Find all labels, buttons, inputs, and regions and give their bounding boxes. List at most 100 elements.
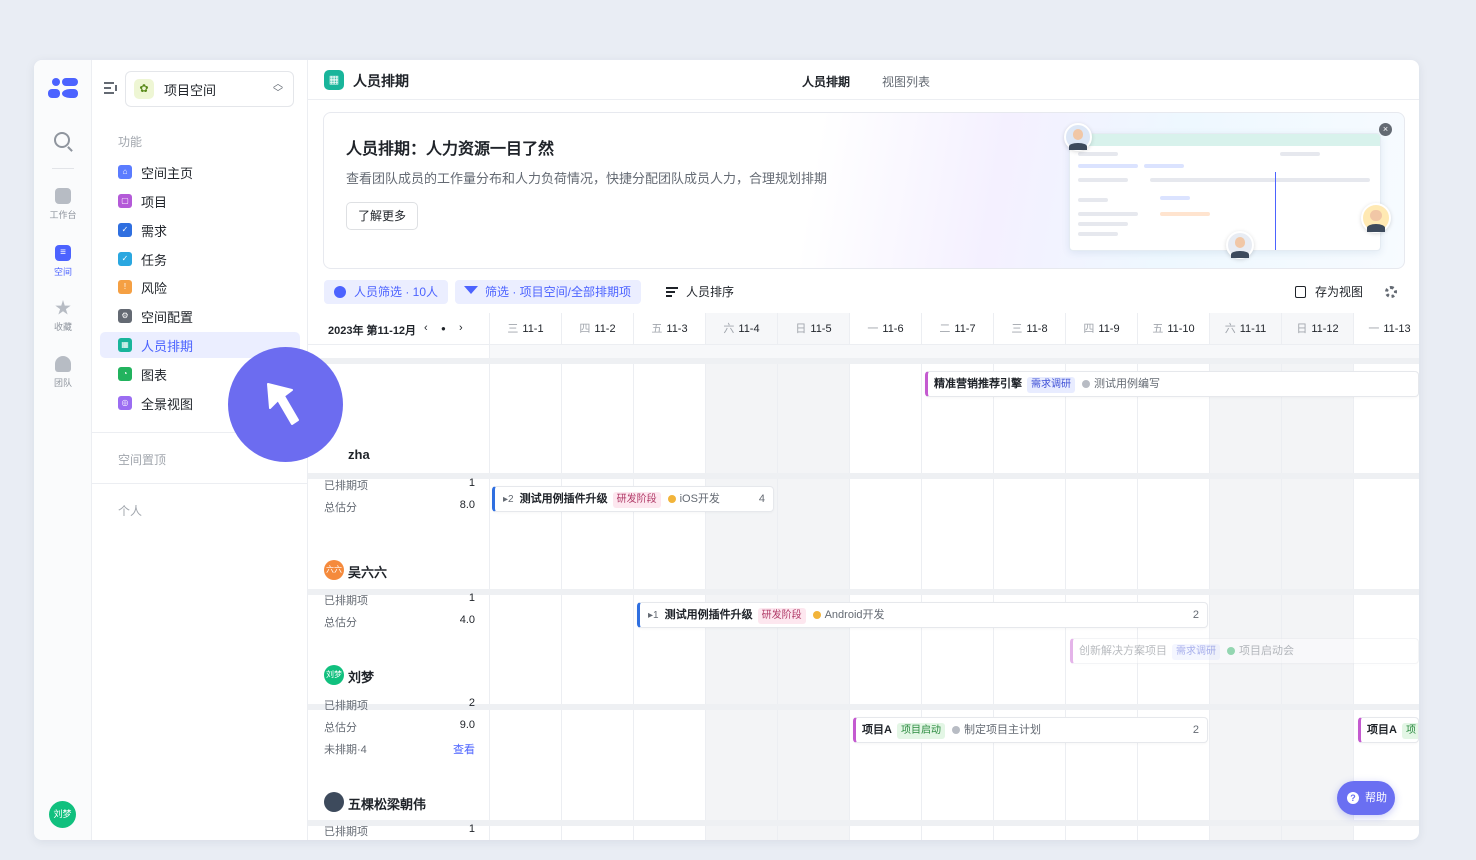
schedule-bar[interactable]: ▸1 测试用例插件升级 研发阶段 Android开发 2 [637,602,1208,628]
schedule-bar[interactable]: 精准营销推荐引擎 需求调研 测试用例编写 [925,371,1419,397]
save-view-button[interactable]: 存为视图 [1315,280,1363,304]
sidebar-item-space-config[interactable]: ⚙ 空间配置 [100,303,300,329]
banner-title: 人员排期：人力资源一目了然 [346,141,555,158]
stat-label: 已排期项 [324,826,368,838]
sidebar-divider [92,483,308,484]
period-header: 2023年 第11-12月 ‹ ● › [308,313,490,345]
status-badge: 项 [1401,723,1418,739]
sidebar-item-requirements[interactable]: ✓ 需求 [100,217,300,243]
person-name[interactable]: 刘梦 [348,667,374,686]
schedule-bar[interactable]: 项目A 项目启动 制定项目主计划 2 [853,717,1208,743]
day-header: 四 11-9 [1066,313,1138,345]
user-avatar[interactable]: 刘梦 [49,801,76,828]
today-button[interactable]: ● [441,324,446,333]
save-icon [1295,286,1306,298]
stat-label: 已排期项 [324,595,368,607]
stat-value: 4.0 [459,614,475,626]
next-period-button[interactable]: › [459,322,463,334]
person-name[interactable]: zha [348,447,370,462]
day-header: 日 11-5 [778,313,850,345]
tab-view-list[interactable]: 视图列表 [882,73,930,90]
stat-label: 已排期项 [324,480,368,492]
help-button[interactable]: ? 帮助 [1337,781,1395,815]
stat-value: 8.0 [459,499,475,511]
space-badge-icon: ✿ [134,79,154,99]
stat-value: 9.0 [459,719,475,731]
schedule-bar[interactable]: 创新解决方案项目 需求调研 项目启动会 [1070,638,1419,664]
requirement-icon: ✓ [118,223,132,237]
day-header: 二 11-7 [922,313,994,345]
sidebar-item-projects[interactable]: ▢ 项目 [100,188,300,214]
sidebar-item-space-home[interactable]: ⌂ 空间主页 [100,159,300,185]
section-personal: 个人 [118,504,143,518]
collapse-sidebar-icon[interactable] [104,82,118,94]
schedule-grid: 三 11-1 四 11-2 五 11-3 六 11-4 日 11-5 一 11-6 二 11-7 三 11-8… [308,313,1419,840]
panorama-icon: ◎ [118,396,132,410]
status-badge: 研发阶段 [612,492,661,508]
sidebar-item-tasks[interactable]: ✓ 任务 [100,246,300,272]
day-header: 六 11-4 [706,313,778,345]
status-dot-icon [951,726,960,734]
rail-item-workbench[interactable]: 工作台 [34,188,92,221]
close-icon[interactable]: × [1379,123,1392,136]
day-header: 五 11-10 [1138,313,1210,345]
stat-label: 总估分 [324,617,357,629]
risk-icon: ! [118,280,132,294]
day-header: 六 11-11 [1210,313,1282,345]
date-label: 11-9 [1098,323,1120,335]
home-icon [55,188,71,204]
stat-value: 1 [468,823,475,835]
rail-item-team[interactable]: 团队 [34,356,92,389]
status-dot-icon [1227,647,1235,655]
stat-label: 已排期项 [324,700,368,712]
stat-value: 1 [468,592,475,604]
weekday-label: 一 [867,323,879,335]
stat-value: 1 [468,477,475,489]
weekday-label: 六 [723,323,735,335]
weekday-label: 六 [1224,323,1236,335]
schedule-bar[interactable]: ▸2 测试用例插件升级 研发阶段 iOS开发 4 [492,486,774,512]
gear-icon[interactable] [1385,286,1397,298]
day-header: 三 11-1 [490,313,562,345]
date-label: 11-5 [810,323,832,335]
person-name[interactable]: 五棵松梁朝伟 [348,794,426,813]
people-filter-button[interactable]: 人员筛选 · 10人 [324,280,449,304]
filter-button[interactable]: 筛选 · 项目空间/全部排期项 [455,280,641,304]
sort-button[interactable]: 人员排序 [686,280,734,304]
avatar [1064,123,1092,151]
schedule-bar[interactable]: 项目A 项 [1358,717,1419,743]
intro-banner: 人员排期：人力资源一目了然 查看团队成员的工作量分布和人力负荷情况，快捷分配团队… [323,112,1405,269]
chevron-updown-icon: ︿ ﹀ [273,79,283,99]
rail-item-favorites[interactable]: 收藏 [34,300,92,333]
status-badge: 需求调研 [1172,644,1220,660]
weekday-label: 五 [651,323,663,335]
tab-people-schedule[interactable]: 人员排期 [802,73,850,90]
app-logo-icon[interactable] [48,76,78,100]
date-label: 11-2 [594,323,616,335]
space-selector[interactable]: ✿ 项目空间 ︿ ﹀ [125,71,294,107]
sort-icon [666,287,678,297]
toolbar: 人员筛选 · 10人 筛选 · 项目空间/全部排期项 人员排序 存为视图 [308,278,1419,308]
learn-more-button[interactable]: 了解更多 [346,202,419,230]
date-label: 11-4 [738,323,760,335]
rail-item-space[interactable]: ≡ 空间 [34,245,92,278]
date-label: 11-6 [882,323,904,335]
search-icon[interactable] [54,132,70,148]
calendar-grid-icon: ▦ [324,70,344,90]
day-header: 日 11-12 [1282,313,1354,345]
prev-period-button[interactable]: ‹ [424,322,428,334]
space-icon: ≡ [55,245,71,261]
stat-label: 总估分 [324,722,357,734]
question-icon: ? [1347,792,1359,804]
person-name[interactable]: 吴六六 [348,562,387,581]
topbar: ▦ 人员排期 人员排期 视图列表 [308,60,1419,100]
weekday-label: 五 [1152,323,1164,335]
day-header: 四 11-2 [562,313,634,345]
gear-icon: ⚙ [118,309,132,323]
status-dot-icon [667,495,676,503]
person-icon [334,286,346,298]
banner-description: 查看团队成员的工作量分布和人力负荷情况，快捷分配团队成员人力，合理规划排期 [346,171,828,186]
left-rail: 工作台 ≡ 空间 收藏 团队 刘梦 [34,60,92,840]
view-unscheduled-link[interactable]: 查看 [453,741,475,757]
sidebar-item-risks[interactable]: ! 风险 [100,274,300,300]
